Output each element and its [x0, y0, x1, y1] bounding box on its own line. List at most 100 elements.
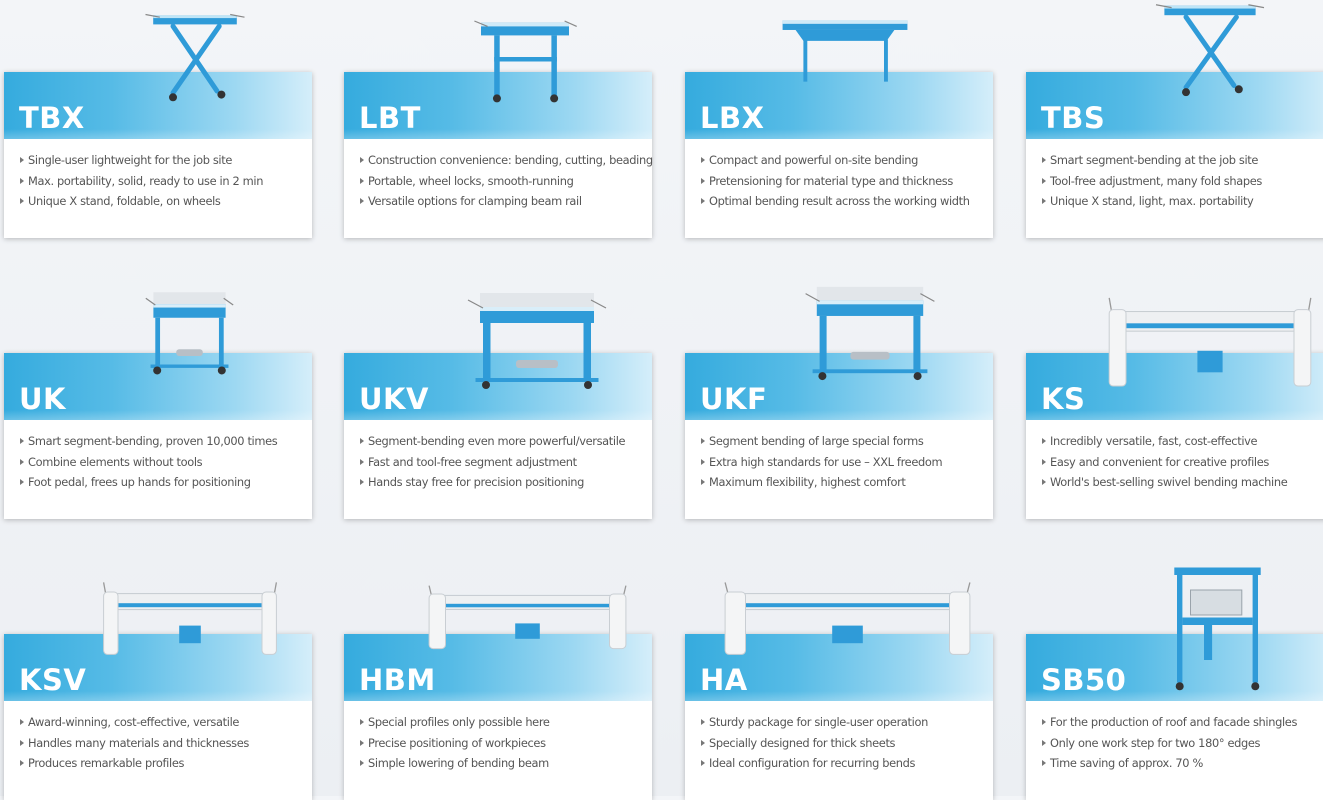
machine-drawing — [1174, 567, 1261, 691]
product-card-uk[interactable]: UK Smart segment-bending, proven 10,000 t… — [4, 353, 312, 519]
feature-item: Foot pedal, frees up hands for positioni… — [20, 472, 277, 493]
bullet-arrow-icon — [20, 198, 24, 204]
feature-list: Segment bending of large special forms Ex… — [701, 431, 943, 493]
feature-item: Only one work step for two 180° edges — [1042, 733, 1297, 754]
bullet-arrow-icon — [701, 438, 705, 444]
wide-folder-image[interactable] — [780, 15, 910, 83]
feature-text: Pretensioning for material type and thic… — [709, 173, 953, 188]
feature-text: Max. portability, solid, ready to use in… — [28, 173, 264, 188]
feature-text: Smart segment-bending, proven 10,000 tim… — [28, 434, 278, 448]
product-card-hbm[interactable]: HBM Special profiles only possible here Pr… — [344, 634, 652, 800]
feature-text: Only one work step for two 180° edges — [1050, 735, 1261, 750]
segment-folder-image[interactable] — [142, 288, 237, 375]
bullet-arrow-icon — [701, 739, 705, 746]
feature-text: Optimal bending result across the workin… — [709, 194, 970, 208]
feature-text: Tool-free adjustment, many fold shapes — [1050, 173, 1262, 188]
bullet-arrow-icon — [360, 198, 364, 204]
bullet-arrow-icon — [20, 438, 24, 444]
machine-drawing — [102, 582, 278, 655]
feature-text: Easy and convenient for creative profile… — [1050, 454, 1269, 469]
feature-item: Handles many materials and thicknesses — [20, 733, 249, 754]
feature-item: Segment bending of large special forms — [701, 431, 942, 452]
feature-item: Unique X stand, foldable, on wheels — [20, 191, 263, 212]
machine-drawing — [145, 292, 234, 375]
product-card-lbx[interactable]: LBX Compact and powerful on-site bending P… — [685, 72, 993, 238]
feature-item: Pretensioning for material type and thic… — [701, 171, 970, 192]
product-title: TBX — [19, 101, 85, 135]
swivel-bending-machine-image[interactable] — [425, 580, 630, 650]
x-stand-folder-image[interactable] — [140, 10, 250, 102]
feature-text: Special profiles only possible here — [368, 715, 550, 729]
swivel-bending-machine-image[interactable] — [100, 576, 280, 656]
feature-list: Single-user lightweight for the job site… — [20, 150, 263, 212]
bullet-arrow-icon — [20, 760, 24, 766]
feature-text: Incredibly versatile, fast, cost-effecti… — [1050, 434, 1258, 448]
feature-text: Unique X stand, light, max. portability — [1050, 194, 1254, 208]
feature-text: Precise positioning of workpieces — [368, 735, 546, 750]
bullet-arrow-icon — [701, 157, 705, 163]
swivel-bending-machine-image[interactable] — [720, 576, 975, 656]
bullet-arrow-icon — [1042, 198, 1046, 204]
shingle-machine-image[interactable] — [1150, 565, 1285, 691]
feature-text: Produces remarkable profiles — [28, 756, 185, 770]
feature-text: Simple lowering of bending beam — [368, 756, 549, 770]
bullet-arrow-icon — [360, 760, 364, 766]
product-card-ksv[interactable]: KSV Award-winning, cost-effective, versat… — [4, 634, 312, 800]
bullet-arrow-icon — [701, 177, 705, 184]
bullet-arrow-icon — [360, 157, 364, 163]
feature-text: Single-user lightweight for the job site — [28, 153, 233, 167]
feature-list: For the production of roof and facade sh… — [1042, 712, 1297, 774]
product-title: LBX — [700, 101, 765, 135]
feature-text: Unique X stand, foldable, on wheels — [28, 194, 221, 208]
feature-item: Maximum flexibility, highest comfort — [701, 472, 942, 493]
feature-item: Unique X stand, light, max. portability — [1042, 191, 1262, 212]
bullet-arrow-icon — [701, 479, 705, 485]
feature-item: World's best-selling swivel bending mach… — [1042, 472, 1288, 493]
feature-list: Compact and powerful on-site bending Pret… — [701, 150, 970, 212]
bullet-arrow-icon — [1042, 479, 1046, 485]
swivel-bending-machine-image[interactable] — [1105, 290, 1315, 388]
feature-item: Simple lowering of bending beam — [360, 753, 550, 774]
product-title: UKF — [700, 382, 768, 416]
feature-text: World's best-selling swivel bending mach… — [1050, 475, 1288, 489]
bullet-arrow-icon — [360, 177, 364, 184]
feature-item: Award-winning, cost-effective, versatile — [20, 712, 249, 733]
feature-item: Single-user lightweight for the job site — [20, 150, 263, 171]
bullet-arrow-icon — [360, 479, 364, 485]
product-card-tbs[interactable]: TBS Smart segment-bending at the job site… — [1026, 72, 1323, 238]
feature-text: Segment-bending even more powerful/versa… — [368, 434, 626, 448]
product-card-ha[interactable]: HA Sturdy package for single-user operati… — [685, 634, 993, 800]
feature-text: Extra high standards for use – XXL freed… — [709, 454, 943, 469]
feature-text: Construction convenience: bending, cutti… — [368, 153, 653, 167]
feature-item: Smart segment-bending at the job site — [1042, 150, 1262, 171]
feature-text: For the production of roof and facade sh… — [1050, 715, 1298, 729]
bullet-arrow-icon — [1042, 438, 1046, 444]
feature-item: Versatile options for clamping beam rail — [360, 191, 653, 212]
product-title: HBM — [359, 663, 436, 697]
feature-text: Portable, wheel locks, smooth-running — [368, 173, 574, 188]
bullet-arrow-icon — [360, 719, 364, 725]
bullet-arrow-icon — [1042, 739, 1046, 746]
feature-item: Produces remarkable profiles — [20, 753, 249, 774]
product-title: KS — [1041, 382, 1086, 416]
feature-text: Hands stay free for precision positionin… — [368, 475, 585, 489]
bullet-arrow-icon — [701, 198, 705, 204]
machine-drawing — [805, 286, 935, 381]
feature-list: Smart segment-bending, proven 10,000 tim… — [20, 431, 278, 493]
feature-item: Hands stay free for precision positionin… — [360, 472, 625, 493]
product-title: LBT — [359, 101, 421, 135]
folder-on-stand-image[interactable] — [470, 12, 580, 103]
bullet-arrow-icon — [20, 157, 24, 163]
bullet-arrow-icon — [20, 719, 24, 725]
feature-item: Optimal bending result across the workin… — [701, 191, 970, 212]
feature-text: Compact and powerful on-site bending — [709, 153, 919, 167]
feature-item: Precise positioning of workpieces — [360, 733, 550, 754]
feature-item: Special profiles only possible here — [360, 712, 550, 733]
x-stand-segment-folder-image[interactable] — [1150, 0, 1270, 97]
segment-folder-image[interactable] — [800, 282, 940, 381]
feature-item: Sturdy package for single-user operation — [701, 712, 928, 733]
feature-text: Segment bending of large special forms — [709, 434, 924, 448]
feature-text: Combine elements without tools — [28, 454, 203, 469]
machine-drawing — [474, 20, 577, 103]
segment-folder-image[interactable] — [462, 288, 612, 389]
